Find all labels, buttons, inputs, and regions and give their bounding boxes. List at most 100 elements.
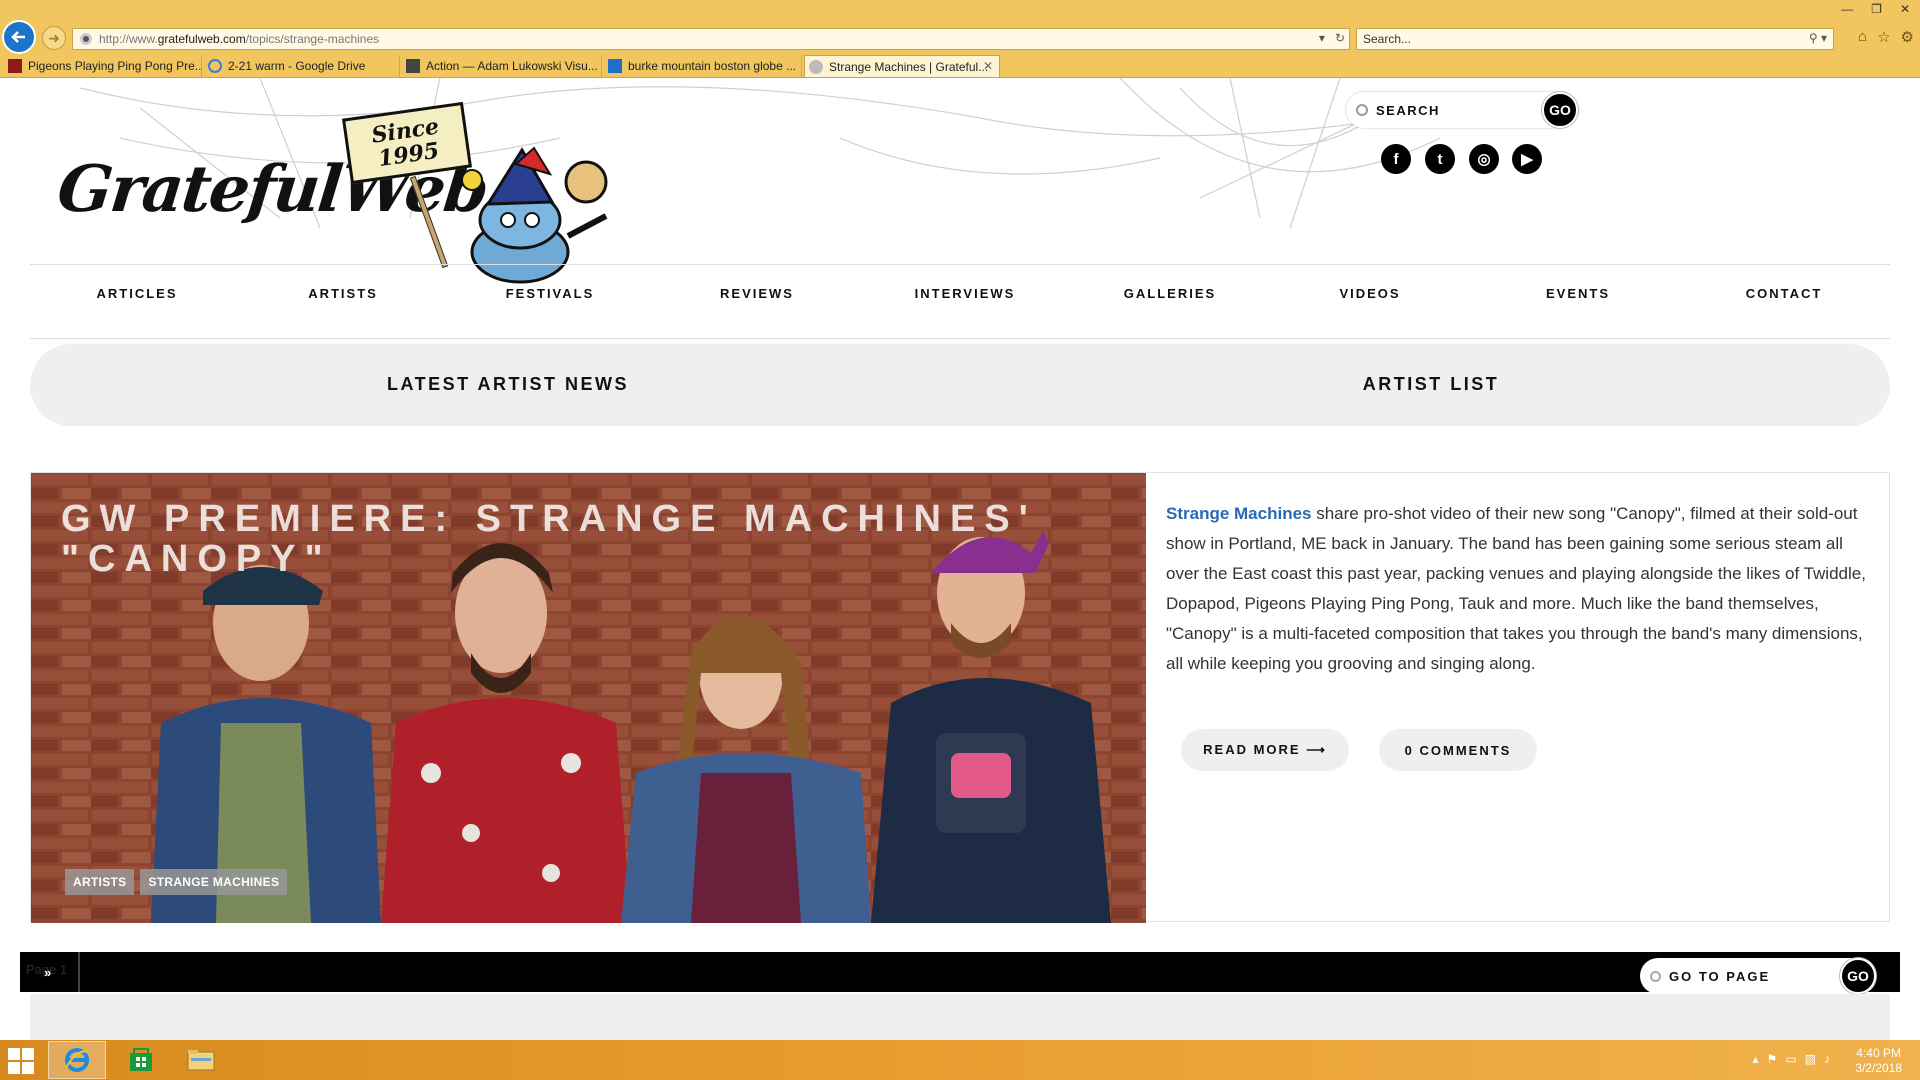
w-icon [8,59,22,73]
main-nav: ARTICLES ARTISTS FESTIVALS REVIEWS INTER… [30,286,1890,310]
browser-search-input[interactable]: Search... ⚲ ▾ [1356,28,1834,50]
nav-top-divider [30,264,1890,265]
nav-item-reviews[interactable]: REVIEWS [720,286,794,301]
tab-label: Pigeons Playing Ping Pong Pre... [28,59,202,73]
tab-1[interactable]: 2-21 warm - Google Drive [204,55,400,77]
settings-gear-icon[interactable]: ⚙ [1901,28,1914,46]
go-to-page-input[interactable]: GO TO PAGE GO [1640,958,1876,994]
back-button[interactable] [2,20,36,54]
tab-bar: Pigeons Playing Ping Pong Pre... 2-21 wa… [0,54,1920,78]
next-page-link[interactable]: » [44,965,51,980]
volume-icon[interactable]: ♪ [1824,1052,1830,1066]
tab-label: burke mountain boston globe ... [628,59,797,73]
nav-item-artists[interactable]: ARTISTS [308,286,378,301]
taskbar-ie-app[interactable] [48,1041,106,1079]
address-bar[interactable]: http://www. gratefulweb.com/topics/strang… [72,28,1350,50]
nav-item-festivals[interactable]: FESTIVALS [506,286,595,301]
comments-button[interactable]: 0 COMMENTS [1379,729,1537,771]
web-page: GratefulWeb Since 1995 SEARCH GO f t ◎ ▶… [0,78,1920,1040]
page-favicon-icon [80,33,92,45]
url-prefix: http://www. [99,32,158,46]
site-logo[interactable]: GratefulWeb Since 1995 [50,90,650,284]
nav-item-articles[interactable]: ARTICLES [97,286,178,301]
tray-arrow-icon[interactable]: ▴ [1753,1052,1759,1066]
artist-list-link[interactable]: ARTIST LIST [1363,374,1500,395]
tab-label: Strange Machines | Grateful... [829,59,989,74]
pagination-bar: Page 1 » [20,952,1900,992]
folder-icon [187,1050,215,1071]
search-icon[interactable]: ⚲ ▾ [1809,31,1827,45]
youtube-icon[interactable]: ▶ [1512,144,1542,174]
tag-artists[interactable]: ARTISTS [65,869,135,895]
nav-item-contact[interactable]: CONTACT [1746,286,1823,301]
system-tray: ▴ ⚑ ▭ ▧ ♪ [1753,1052,1830,1066]
tab-4[interactable]: Strange Machines | Grateful... ✕ [804,55,1000,77]
article-excerpt: Strange Machines share pro-shot video of… [1166,499,1871,679]
cube-icon [406,59,420,73]
browser-toolbar: — ❐ ✕ ➜ http://www. gratefulweb.com/topic… [0,0,1920,54]
refresh-icon[interactable]: ↻ [1335,31,1345,45]
restore-icon[interactable]: ❐ [1871,2,1882,16]
go-to-page-label: GO TO PAGE [1669,968,1771,984]
nav-bottom-divider [30,338,1890,339]
next-section-strip [30,994,1890,1040]
excerpt-artist-link[interactable]: Strange Machines [1166,504,1312,523]
gratefulweb-icon [809,59,823,74]
article-tags: ARTISTS STRANGE MACHINES [65,869,288,895]
taskbar-clock[interactable]: 4:40 PM 3/2/2018 [1855,1046,1902,1076]
url-domain: gratefulweb.com [157,32,246,46]
article-photo[interactable]: GW Premiere: Strange Machines' "Canopy" … [31,473,1146,923]
windows-start-icon[interactable] [8,1048,34,1074]
window-controls: — ❐ ✕ [1841,2,1910,16]
nav-item-interviews[interactable]: INTERVIEWS [915,286,1016,301]
pager-divider [78,952,80,992]
close-tab-icon[interactable]: ✕ [983,59,993,73]
browser-search-placeholder: Search... [1363,32,1412,46]
search-icon [1356,104,1368,116]
site-search-input[interactable]: SEARCH GO [1346,92,1578,128]
tab-0[interactable]: Pigeons Playing Ping Pong Pre... [4,55,202,77]
clock-time: 4:40 PM [1856,1046,1901,1060]
close-window-icon[interactable]: ✕ [1900,2,1910,16]
network-icon[interactable]: ▧ [1805,1052,1816,1066]
instagram-icon[interactable]: ◎ [1469,144,1499,174]
go-to-page-button[interactable]: GO [1840,958,1876,994]
tab-2[interactable]: Action — Adam Lukowski Visu... [402,55,602,77]
article-headline[interactable]: GW Premiere: Strange Machines' "Canopy" [61,499,1121,579]
ie-icon [208,59,222,73]
tag-strange-machines[interactable]: STRANGE MACHINES [140,869,288,895]
twitter-icon[interactable]: t [1425,144,1455,174]
home-icon[interactable]: ⌂ [1858,28,1867,46]
read-more-button[interactable]: READ MORE ⟶ [1181,729,1349,771]
dropdown-icon[interactable]: ▾ [1319,31,1325,45]
minimize-icon[interactable]: — [1841,2,1853,16]
search-icon [1650,970,1661,982]
tab-3[interactable]: burke mountain boston globe ... [604,55,802,77]
tab-label: 2-21 warm - Google Drive [228,59,366,73]
nav-item-events[interactable]: EVENTS [1546,286,1610,301]
facebook-icon[interactable]: f [1381,144,1411,174]
mascot-icon [461,146,608,284]
forward-button[interactable]: ➜ [42,26,66,50]
nav-item-galleries[interactable]: GALLERIES [1124,286,1216,301]
site-search-label: SEARCH [1376,102,1440,118]
taskbar-explorer-app[interactable] [172,1041,230,1079]
store-icon [130,1048,152,1071]
flag-icon[interactable]: ⚑ [1767,1052,1778,1066]
favorites-star-icon[interactable]: ☆ [1877,28,1890,46]
url-path: /topics/strange-machines [245,32,380,46]
back-arrow-icon [11,31,25,43]
search-go-button[interactable]: GO [1542,92,1578,128]
clock-date: 3/2/2018 [1855,1061,1902,1075]
excerpt-body: share pro-shot video of their new song "… [1166,504,1866,673]
power-icon[interactable]: ▭ [1785,1052,1796,1066]
windows-taskbar: ▴ ⚑ ▭ ▧ ♪ 4:40 PM 3/2/2018 [0,1040,1920,1080]
taskbar-store-app[interactable] [112,1041,170,1079]
article-card: GW Premiere: Strange Machines' "Canopy" … [30,472,1890,923]
nav-item-videos[interactable]: VIDEOS [1339,286,1400,301]
artist-subnav: LATEST ARTIST NEWS ARTIST LIST [30,344,1890,426]
tab-label: Action — Adam Lukowski Visu... [426,59,598,73]
bing-icon [608,59,622,73]
latest-artist-news-link[interactable]: LATEST ARTIST NEWS [387,374,629,395]
internet-explorer-icon [65,1048,89,1072]
